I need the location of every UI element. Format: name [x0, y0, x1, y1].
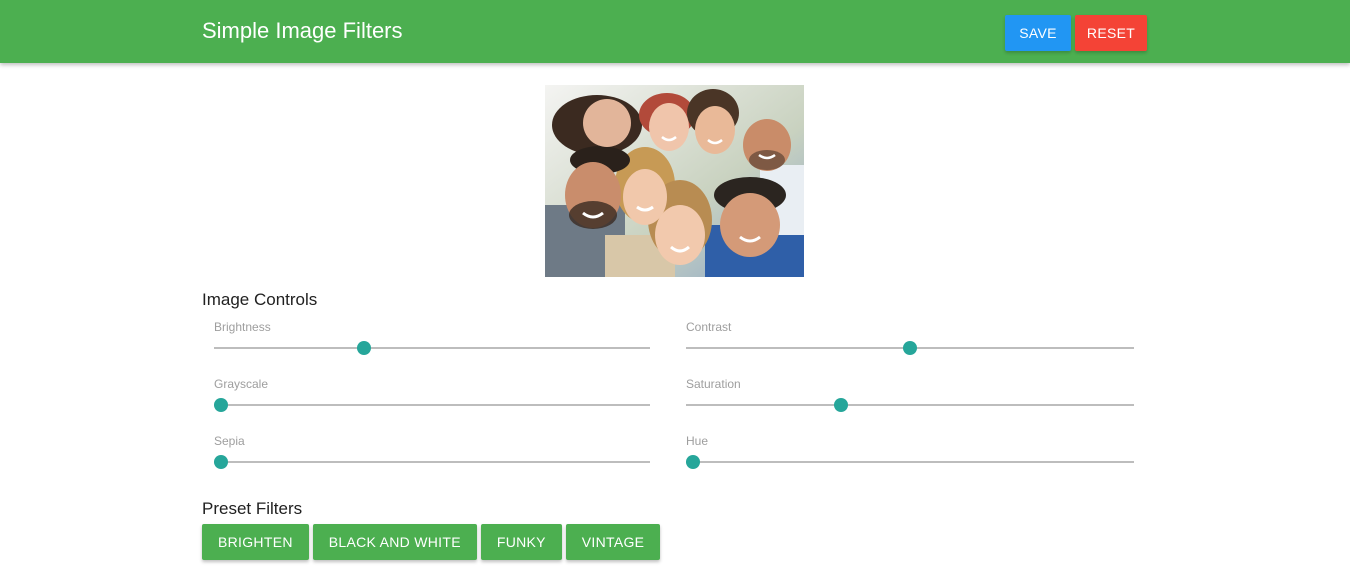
image-controls-heading: Image Controls	[202, 290, 318, 309]
slider-track[interactable]	[686, 404, 1134, 406]
hue-slider[interactable]: Hue	[674, 434, 1134, 474]
app-bar: Simple Image Filters SAVE RESET	[0, 0, 1350, 63]
funky-button[interactable]: FUNKY	[480, 524, 562, 560]
brighten-button[interactable]: BRIGHTEN	[202, 524, 309, 560]
slider-label: Contrast	[686, 320, 732, 334]
slider-thumb[interactable]	[833, 398, 848, 412]
slider-thumb[interactable]	[214, 455, 228, 469]
preset-filters-heading: Preset Filters	[202, 499, 303, 518]
preview-image	[545, 85, 804, 277]
slider-track[interactable]	[214, 461, 650, 463]
slider-track[interactable]	[214, 404, 650, 406]
group-selfie-photo-icon	[545, 85, 804, 277]
vintage-button[interactable]: VINTAGE	[565, 524, 661, 560]
contrast-slider[interactable]: Contrast	[674, 320, 1134, 360]
slider-track[interactable]	[214, 347, 650, 349]
save-button[interactable]: SAVE	[1005, 15, 1071, 51]
slider-label: Sepia	[214, 434, 245, 448]
slider-thumb[interactable]	[214, 398, 228, 412]
slider-track[interactable]	[686, 461, 1134, 463]
reset-button[interactable]: RESET	[1075, 15, 1147, 51]
saturation-slider[interactable]: Saturation	[674, 377, 1134, 417]
slider-label: Grayscale	[214, 377, 269, 391]
slider-label: Hue	[686, 434, 709, 448]
black-and-white-button[interactable]: BLACK AND WHITE	[312, 524, 477, 560]
slider-label: Brightness	[214, 320, 271, 334]
sepia-slider[interactable]: Sepia	[202, 434, 650, 474]
slider-thumb[interactable]	[686, 455, 700, 469]
app-title: Simple Image Filters	[202, 18, 403, 43]
slider-label: Saturation	[686, 377, 741, 391]
slider-thumb[interactable]	[903, 341, 917, 355]
preset-buttons: BRIGHTEN BLACK AND WHITE FUNKY VINTAGE	[202, 524, 661, 560]
slider-thumb[interactable]	[357, 341, 372, 355]
brightness-slider[interactable]: Brightness	[202, 320, 650, 360]
grayscale-slider[interactable]: Grayscale	[202, 377, 650, 417]
